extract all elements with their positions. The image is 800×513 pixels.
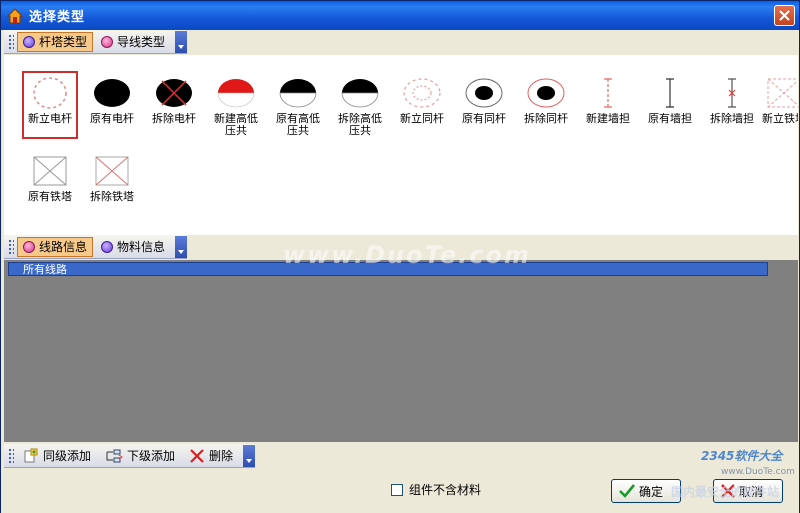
- wall-bracket-icon: [666, 78, 674, 108]
- symbol-label: 新立电杆: [28, 113, 72, 125]
- symbol-label: 原有同杆: [462, 113, 506, 125]
- purple-orb-icon: [101, 240, 114, 253]
- symbol-item[interactable]: 新立同杆: [394, 71, 450, 143]
- close-icon: [779, 10, 790, 21]
- symbol-item[interactable]: 拆除墙担: [704, 71, 760, 143]
- close-button[interactable]: [774, 5, 795, 26]
- cancel-button[interactable]: 取消: [713, 479, 783, 503]
- toolbar-overflow-chevron[interactable]: [175, 30, 188, 53]
- dashed-double-circle-icon: [403, 78, 441, 108]
- wall-bracket-cross-icon: [728, 78, 736, 108]
- tab-label: 线路信息: [39, 240, 88, 254]
- symbol-label: 拆除铁塔: [90, 191, 134, 203]
- toolbar-grip[interactable]: [8, 447, 14, 464]
- symbol-item[interactable]: 新立电杆: [22, 71, 78, 143]
- black-bottom-ellipse-icon: [341, 79, 379, 108]
- tab-material-info[interactable]: 物料信息: [95, 237, 171, 257]
- app-house-icon: [7, 7, 23, 23]
- symbol-label: 新建高低压共: [214, 113, 258, 137]
- dialog-window: 选择类型 杆塔类型 导线类型 新立电杆 原有电杆 拆除电杆 新建高低压共 原有高…: [0, 0, 800, 513]
- symbol-label: 拆除墙担: [710, 113, 754, 125]
- symbol-label: 新建墙担: [586, 113, 630, 125]
- dashed-wall-bracket-icon: [604, 78, 612, 108]
- symbol-label: 新立铁塔: [762, 113, 798, 125]
- dialog-footer: 组件不含材料 确定 取消: [1, 469, 799, 513]
- symbol-type-toolbar: 杆塔类型 导线类型: [4, 30, 188, 54]
- tab-wire-types[interactable]: 导线类型: [95, 32, 171, 52]
- symbol-label: 原有高低压共: [276, 113, 320, 137]
- title-bar[interactable]: 选择类型: [1, 1, 799, 30]
- tower-icon: [33, 156, 67, 186]
- dashed-tower-icon: [767, 78, 798, 108]
- red-top-ellipse-icon: [217, 79, 255, 108]
- symbol-label: 拆除电杆: [152, 113, 196, 125]
- symbol-label: 拆除同杆: [524, 113, 568, 125]
- toolbar-grip[interactable]: [8, 238, 14, 255]
- symbol-item[interactable]: 原有同杆: [456, 71, 512, 143]
- button-label: 确定: [639, 484, 664, 499]
- symbol-label: 原有电杆: [90, 113, 134, 125]
- button-label: 下级添加: [127, 449, 176, 463]
- double-circle-icon: [465, 78, 503, 108]
- symbol-item[interactable]: 原有墙担: [642, 71, 698, 143]
- symbol-item[interactable]: 拆除电杆: [146, 71, 202, 143]
- add-child-icon: [106, 449, 123, 462]
- exclude-materials-option[interactable]: 组件不含材料: [391, 481, 481, 498]
- ok-button[interactable]: 确定: [611, 479, 681, 503]
- tab-label: 杆塔类型: [39, 35, 88, 49]
- dashed-circle-icon: [33, 77, 67, 109]
- cancel-x-icon: [721, 484, 735, 498]
- symbol-item[interactable]: 拆除同杆: [518, 71, 574, 143]
- toolbar-overflow-chevron[interactable]: [175, 235, 188, 258]
- symbol-label: 拆除高低压共: [338, 113, 382, 137]
- button-label: 同级添加: [43, 449, 92, 463]
- pink-orb-icon: [23, 240, 35, 253]
- info-toolbar: 线路信息 物料信息: [4, 235, 188, 259]
- black-ellipse-icon: [94, 79, 130, 107]
- double-circle-red-icon: [527, 78, 565, 108]
- delete-button[interactable]: 删除: [183, 446, 239, 466]
- symbol-label: 原有墙担: [648, 113, 692, 125]
- button-label: 取消: [739, 484, 764, 499]
- line-tree-grid[interactable]: 所有线路: [4, 260, 798, 442]
- symbol-item[interactable]: 原有电杆: [84, 71, 140, 143]
- tab-line-info[interactable]: 线路信息: [17, 236, 94, 257]
- exclude-materials-checkbox[interactable]: [391, 483, 403, 496]
- tab-pole-types[interactable]: 杆塔类型: [17, 31, 94, 52]
- symbol-item[interactable]: 新立铁塔: [756, 71, 798, 143]
- grid-header-all-lines[interactable]: 所有线路: [8, 262, 768, 276]
- toolbar-overflow-chevron[interactable]: [243, 444, 256, 467]
- symbol-item[interactable]: 新建墙担: [580, 71, 636, 143]
- checkbox-label: 组件不含材料: [409, 483, 482, 497]
- black-bottom-ellipse-icon: [279, 79, 317, 108]
- tab-label: 物料信息: [117, 240, 166, 254]
- symbol-item[interactable]: 原有铁塔: [22, 149, 78, 221]
- symbol-panel: 新立电杆 原有电杆 拆除电杆 新建高低压共 原有高低压共 拆除高低压共 新立同杆…: [4, 55, 798, 235]
- checkmark-icon: [619, 484, 636, 498]
- symbol-item[interactable]: 拆除高低压共: [332, 71, 388, 143]
- add-sibling-button[interactable]: 同级添加: [17, 446, 97, 466]
- action-toolbar: 同级添加 下级添加 删除: [4, 444, 256, 468]
- tower-red-icon: [95, 156, 129, 186]
- symbol-label: 新立同杆: [400, 113, 444, 125]
- purple-orb-icon: [23, 35, 35, 48]
- brand-watermark-text: 2345软件大全: [701, 449, 783, 463]
- symbol-item[interactable]: 拆除铁塔: [84, 149, 140, 221]
- delete-x-icon: [190, 448, 204, 463]
- button-label: 删除: [209, 449, 234, 463]
- add-sibling-icon: [24, 448, 38, 462]
- symbol-label: 原有铁塔: [28, 191, 72, 203]
- add-child-button[interactable]: 下级添加: [99, 446, 181, 466]
- symbol-item[interactable]: 原有高低压共: [270, 71, 326, 143]
- tab-label: 导线类型: [117, 35, 166, 49]
- symbol-item[interactable]: 新建高低压共: [208, 71, 264, 143]
- crossed-ellipse-icon: [156, 79, 192, 107]
- window-title: 选择类型: [29, 10, 86, 25]
- toolbar-grip[interactable]: [8, 33, 14, 50]
- pink-orb-icon: [101, 35, 114, 48]
